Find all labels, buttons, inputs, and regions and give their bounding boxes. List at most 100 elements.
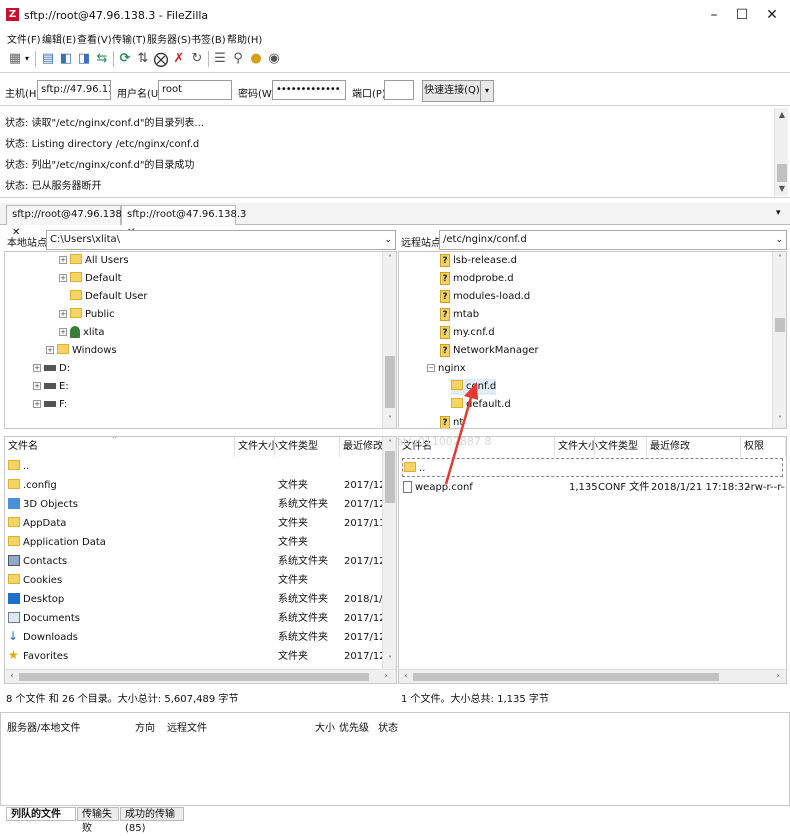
tab-connection-1[interactable]: sftp://root@47.96.138.3 ✕: [6, 205, 131, 238]
local-files-scrollbar[interactable]: ˄ ˅: [382, 437, 396, 669]
scroll-up-icon[interactable]: ˄: [385, 254, 395, 263]
scroll-left-icon[interactable]: ‹: [401, 671, 411, 680]
scroll-down-icon[interactable]: ˅: [775, 415, 785, 424]
file-row[interactable]: 3D Objects 系统文件夹 2017/12/2: [5, 495, 386, 514]
file-row[interactable]: Contacts 系统文件夹 2017/12/2: [5, 552, 386, 571]
scroll-right-icon[interactable]: ›: [381, 671, 391, 680]
queue-column-remote-file[interactable]: 远程文件: [167, 719, 207, 734]
port-input[interactable]: [384, 80, 414, 100]
user-input[interactable]: root: [158, 80, 232, 100]
remote-path-input[interactable]: /etc/nginx/conf.d ⌄: [439, 230, 787, 250]
local-path-input[interactable]: C:\Users\xlita\ ⌄: [46, 230, 396, 250]
file-row[interactable]: ★Favorites 文件夹 2017/12/2: [5, 647, 386, 666]
compare-icon[interactable]: ●: [247, 50, 265, 68]
file-row[interactable]: Documents 系统文件夹 2017/12/2: [5, 609, 386, 628]
log-scrollbar[interactable]: ▲ ▼: [774, 108, 788, 196]
queue-column-priority[interactable]: 优先级: [339, 719, 369, 734]
scroll-up-icon[interactable]: ˄: [775, 254, 785, 263]
refresh-icon[interactable]: ⟳: [116, 50, 134, 68]
search-icon[interactable]: ⚲: [229, 50, 247, 68]
file-row[interactable]: Cookies 文件夹: [5, 571, 385, 590]
column-header-permissions[interactable]: 权限: [741, 437, 786, 457]
file-row[interactable]: ..: [5, 457, 385, 476]
find-files-icon[interactable]: ◉: [265, 50, 283, 68]
tree-item[interactable]: ? mtab: [440, 307, 479, 323]
toggle-log-icon[interactable]: ▤: [39, 50, 57, 68]
local-tree-scrollbar[interactable]: ˄ ˅: [382, 252, 396, 428]
tree-item[interactable]: Default User: [59, 289, 148, 305]
scroll-right-icon[interactable]: ›: [773, 671, 783, 680]
remote-tree-scrollbar[interactable]: ˄ ˅: [772, 252, 786, 428]
tree-item[interactable]: + Windows: [46, 343, 117, 359]
process-queue-icon[interactable]: ⇅: [134, 50, 152, 68]
column-header-modified[interactable]: 最近修改: [340, 437, 385, 457]
menu-transfer[interactable]: 传输(T): [112, 31, 146, 46]
column-header-modified[interactable]: 最近修改: [647, 437, 741, 457]
scroll-up-icon[interactable]: ▲: [777, 110, 787, 119]
tree-item[interactable]: ? lsb-release.d: [440, 253, 517, 269]
tree-item[interactable]: − nginx: [427, 361, 466, 377]
column-header-filename[interactable]: 文件名: [5, 437, 235, 457]
tree-item[interactable]: + Public: [59, 307, 115, 323]
tree-item[interactable]: ? my.cnf.d: [440, 325, 495, 341]
menu-view[interactable]: 查看(V): [77, 31, 112, 46]
column-header-size[interactable]: 文件大小: [235, 437, 278, 457]
scroll-down-icon[interactable]: ˅: [385, 415, 395, 424]
toggle-remote-tree-icon[interactable]: ◨: [75, 50, 93, 68]
scroll-thumb[interactable]: [385, 451, 395, 503]
menu-bookmarks[interactable]: 书签(B): [191, 31, 226, 46]
tree-item[interactable]: + E:: [33, 379, 69, 395]
column-header-type[interactable]: 文件类型: [595, 437, 647, 457]
scroll-thumb[interactable]: [777, 164, 787, 182]
local-files-hscrollbar[interactable]: ‹ ›: [5, 669, 396, 683]
scroll-down-icon[interactable]: ▼: [777, 184, 787, 193]
file-row[interactable]: Desktop 系统文件夹 2018/1/21: [5, 590, 386, 609]
quickconnect-button[interactable]: 快速连接(Q): [422, 80, 482, 102]
file-row[interactable]: AppData 文件夹 2017/11/3: [5, 514, 386, 533]
tree-item[interactable]: ? NetworkManager: [440, 343, 539, 359]
filter-icon[interactable]: ☰: [211, 50, 229, 68]
scroll-thumb[interactable]: [19, 673, 369, 681]
dropdown-arrow-icon[interactable]: ▾: [22, 50, 32, 68]
tab-successful-transfers[interactable]: 成功的传输 (85): [120, 807, 184, 834]
tree-item[interactable]: + All Users: [59, 253, 129, 269]
password-input[interactable]: •••••••••••••: [272, 80, 346, 100]
scroll-down-icon[interactable]: ˅: [385, 655, 395, 664]
remote-files-hscrollbar[interactable]: ‹ ›: [399, 669, 786, 683]
menu-help[interactable]: 帮助(H): [227, 31, 262, 46]
tab-connection-2[interactable]: sftp://root@47.96.138.3 ✕: [121, 205, 246, 238]
scroll-up-icon[interactable]: ˄: [385, 439, 395, 448]
menu-file[interactable]: 文件(F): [7, 31, 41, 46]
cancel-icon[interactable]: ⨂: [152, 50, 170, 68]
scroll-left-icon[interactable]: ‹: [7, 671, 17, 680]
disconnect-icon[interactable]: ✗: [170, 50, 188, 68]
queue-column-status[interactable]: 状态: [378, 719, 398, 734]
column-header-size[interactable]: 文件大小: [555, 437, 598, 457]
tab-list-dropdown-icon[interactable]: ▾: [776, 208, 781, 218]
toggle-queue-icon[interactable]: ⇆: [93, 50, 111, 68]
menu-edit[interactable]: 编辑(E): [42, 31, 76, 46]
scroll-thumb[interactable]: [413, 673, 719, 681]
queue-column-direction[interactable]: 方向: [135, 719, 155, 734]
file-row[interactable]: .config 文件夹 2017/12/2: [5, 476, 386, 495]
file-row[interactable]: ↓Downloads 系统文件夹 2017/12/2: [5, 628, 386, 647]
host-input[interactable]: sftp://47.96.138.3: [37, 80, 111, 100]
file-row[interactable]: Application Data 文件夹: [5, 533, 385, 552]
close-button[interactable]: ✕: [756, 4, 788, 26]
reconnect-icon[interactable]: ↻: [188, 50, 206, 68]
tree-item[interactable]: + Default: [59, 271, 122, 287]
scroll-thumb[interactable]: [775, 318, 785, 332]
tree-item[interactable]: ? modules-load.d: [440, 289, 530, 305]
scroll-thumb[interactable]: [385, 356, 395, 408]
chevron-down-icon[interactable]: ⌄: [775, 231, 783, 249]
tree-item[interactable]: ? modprobe.d: [440, 271, 514, 287]
quickconnect-dropdown-button[interactable]: ▾: [480, 80, 494, 102]
tab-queued-files[interactable]: 列队的文件: [6, 807, 76, 821]
chevron-down-icon[interactable]: ⌄: [384, 231, 392, 249]
tree-item[interactable]: + D:: [33, 361, 70, 377]
tab-failed-transfers[interactable]: 传输失败: [77, 807, 119, 834]
queue-column-local-file[interactable]: 服务器/本地文件: [7, 719, 80, 734]
tree-item[interactable]: + F:: [33, 397, 67, 413]
tree-item[interactable]: + xlita: [59, 325, 105, 341]
queue-column-size[interactable]: 大小: [315, 719, 335, 734]
